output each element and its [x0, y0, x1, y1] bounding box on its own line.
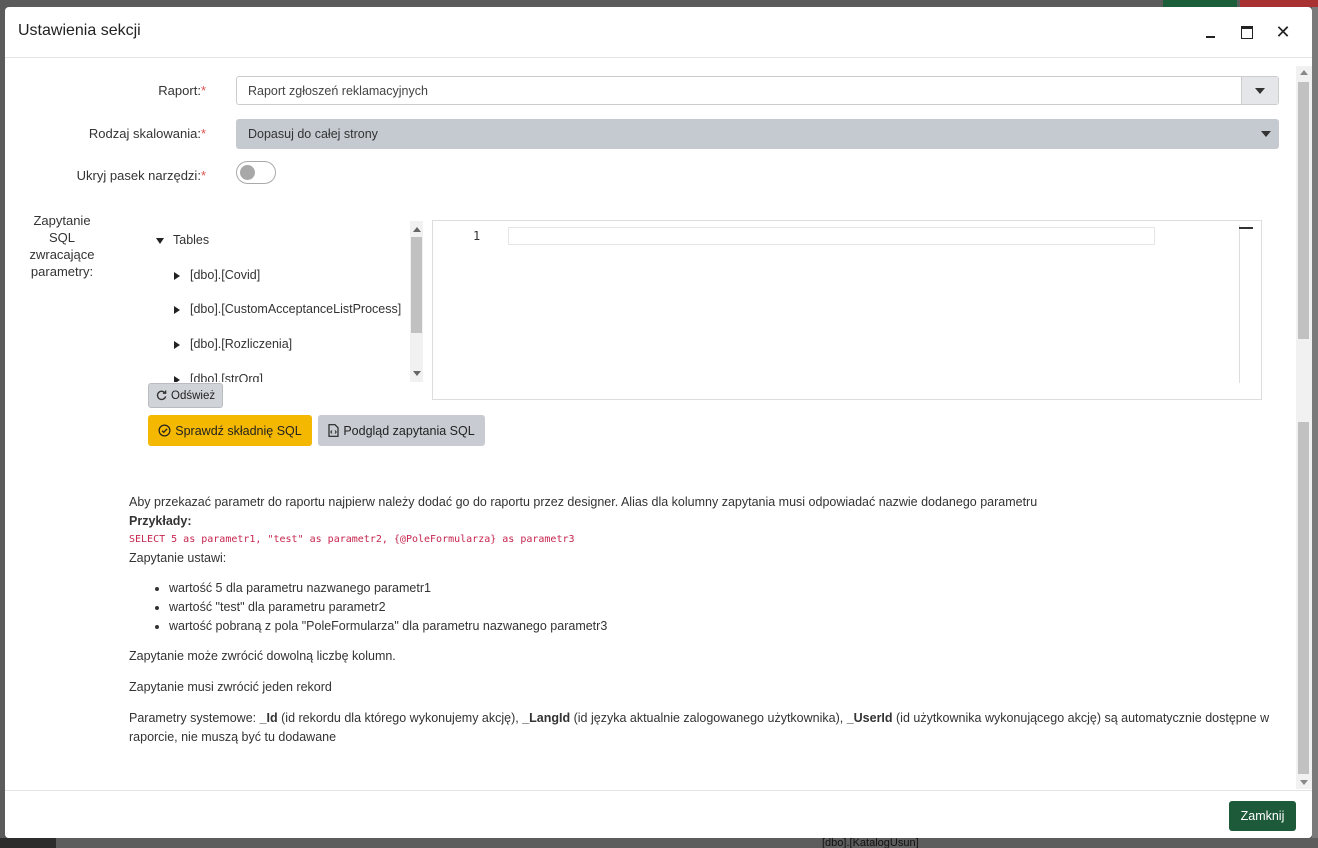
dialog-scrollbar-thumb[interactable] [1298, 82, 1309, 339]
background-app-edge [1312, 7, 1318, 848]
editor-margin-line [1239, 225, 1240, 383]
background-tree-item: [dbo].[KatalogUsun] [822, 838, 919, 848]
caret-down-icon [156, 237, 164, 244]
background-app-corner [0, 838, 56, 848]
check-circle-icon [158, 424, 171, 437]
caret-right-icon [174, 375, 180, 382]
background-app-bottom [0, 838, 1318, 848]
scaling-select[interactable]: Dopasuj do całej strony [236, 119, 1279, 149]
report-select[interactable]: Raport zgłoszeń reklamacyjnych [236, 76, 1279, 105]
minimize-button[interactable] [1198, 21, 1222, 43]
examples-heading: Przykłady: [129, 514, 192, 528]
maximize-button[interactable] [1235, 21, 1259, 43]
hide-toolbar-toggle[interactable] [236, 161, 276, 184]
dialog-scrollbar[interactable] [1296, 66, 1312, 789]
chevron-down-icon [1261, 131, 1271, 137]
dialog-footer: Zamknij [5, 790, 1312, 838]
sql-editor[interactable]: 1 [432, 220, 1262, 400]
scaling-select-value: Dopasuj do całej strony [248, 127, 378, 141]
parameters-list: wartość 5 dla parametru nazwanego parame… [129, 579, 1279, 636]
dialog-body: Raport:* Raport zgłoszeń reklamacyjnych … [5, 59, 1297, 790]
list-item: wartość pobraną z pola "PoleFormularza" … [169, 617, 1279, 636]
report-select-toggle[interactable] [1241, 77, 1278, 104]
report-label: Raport:* [158, 83, 206, 98]
tree-node-table[interactable]: [dbo].[CustomAcceptanceListProcess] [174, 302, 401, 316]
list-item: wartość 5 dla parametru nazwanego parame… [169, 579, 1279, 598]
section-settings-dialog: Ustawienia sekcji ✕ Raport:* Raport zgło… [5, 7, 1312, 838]
tree-node-table[interactable]: [dbo].[strOrg] [174, 372, 263, 382]
tree-scrollbar[interactable] [410, 221, 423, 382]
background-red-button [1240, 0, 1318, 7]
sets-text: Zapytanie ustawi: [129, 551, 227, 565]
editor-current-line[interactable] [508, 227, 1155, 245]
refresh-icon [156, 390, 167, 401]
tree-scrollbar-thumb[interactable] [411, 237, 422, 333]
scroll-up-icon[interactable] [413, 227, 421, 232]
dialog-title: Ustawienia sekcji [18, 22, 141, 39]
preview-sql-button[interactable]: Podgląd zapytania SQL [318, 415, 485, 446]
tree-node-table[interactable]: [dbo].[Covid] [174, 268, 260, 282]
caret-right-icon [174, 271, 180, 280]
report-select-value: Raport zgłoszeń reklamacyjnych [248, 84, 428, 98]
help-text: Aby przekazać parametr do raportu najpie… [129, 493, 1279, 747]
refresh-button[interactable]: Odśwież [148, 383, 224, 408]
tables-tree: Tables [dbo].[Covid] [dbo].[CustomAccept… [148, 221, 424, 382]
record-text: Zapytanie musi zwrócić jeden rekord [129, 680, 332, 694]
caret-right-icon [174, 305, 180, 314]
close-icon[interactable]: ✕ [1271, 21, 1295, 43]
background-green-button [1163, 0, 1237, 7]
line-number: 1 [473, 229, 481, 243]
columns-text: Zapytanie może zwrócić dowolną liczbę ko… [129, 649, 396, 663]
toggle-knob [240, 165, 255, 180]
example-code: SELECT 5 as parametr1, "test" as paramet… [129, 534, 575, 545]
file-code-icon [328, 424, 339, 437]
scaling-label: Rodzaj skalowania:* [88, 126, 206, 141]
check-sql-syntax-button[interactable]: Sprawdź składnię SQL [148, 415, 312, 446]
scroll-down-icon[interactable] [413, 371, 421, 376]
caret-right-icon [174, 340, 180, 349]
dialog-header: Ustawienia sekcji ✕ [5, 7, 1312, 58]
system-params-text: Parametry systemowe: _Id (id rekordu dla… [129, 711, 1270, 744]
list-item: wartość "test" dla parametru parametr2 [169, 598, 1279, 617]
chevron-down-icon [1255, 88, 1265, 94]
tree-node-tables[interactable]: Tables [156, 233, 209, 247]
tree-node-table[interactable]: [dbo].[Rozliczenia] [174, 337, 292, 351]
toolbar-label: Ukryj pasek narzędzi:* [76, 168, 206, 183]
scroll-up-icon[interactable] [1300, 70, 1308, 75]
dialog-scrollbar-thumb[interactable] [1298, 422, 1309, 774]
close-button[interactable]: Zamknij [1229, 801, 1296, 831]
scroll-down-icon[interactable] [1300, 780, 1308, 785]
sql-query-label: Zapytanie SQL zwracające parametry: [29, 213, 95, 279]
help-intro: Aby przekazać parametr do raportu najpie… [129, 495, 1038, 509]
editor-fold-icon[interactable] [1239, 227, 1253, 229]
